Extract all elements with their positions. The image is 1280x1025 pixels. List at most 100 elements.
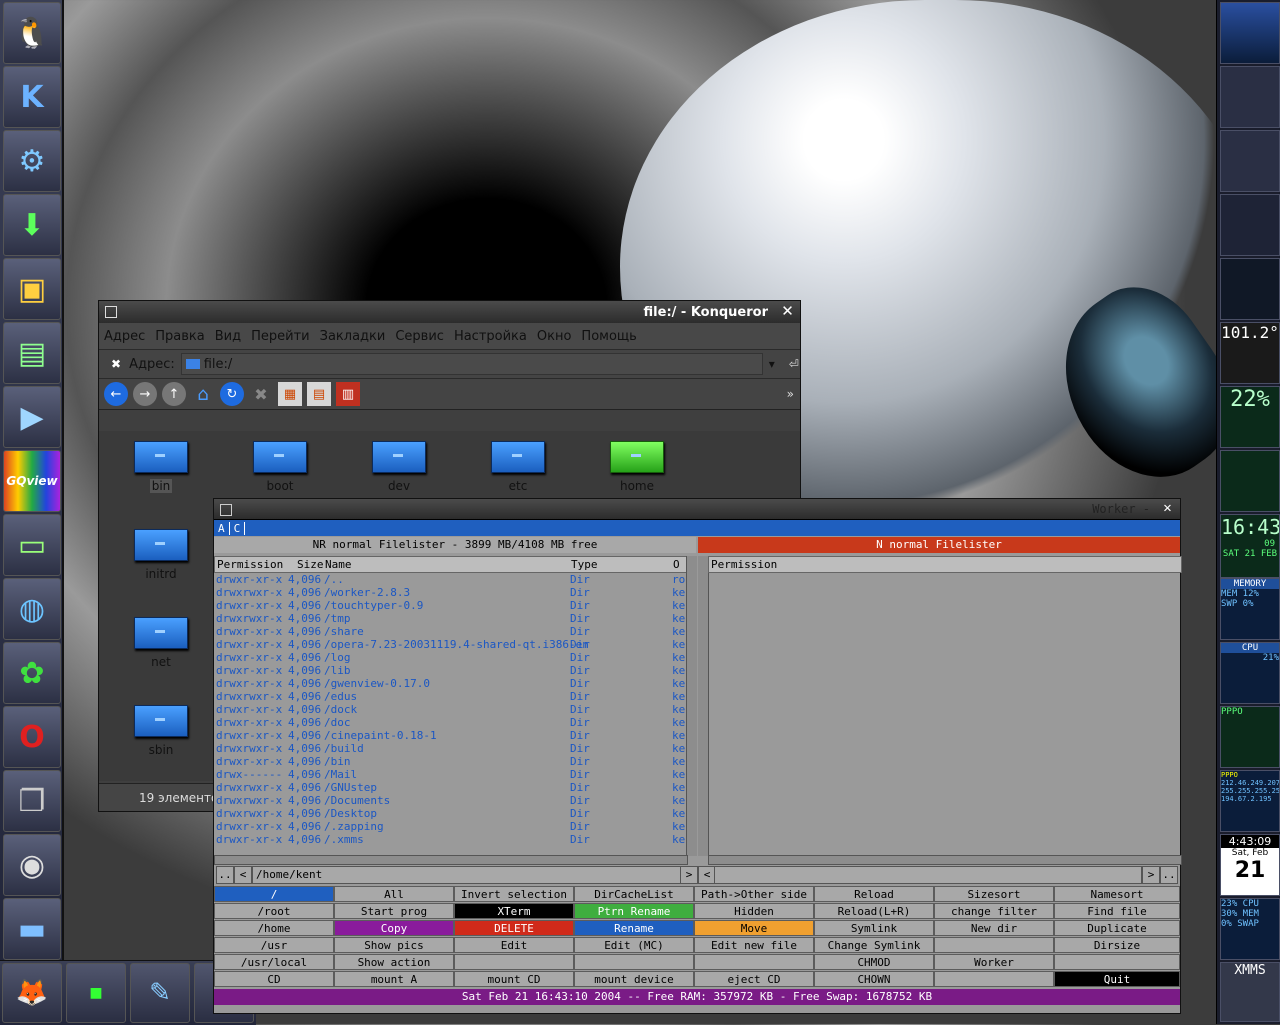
wmixer-icon[interactable] <box>1220 194 1280 256</box>
file-row[interactable]: drwxr-xr-x 4,096/share Dir ke <box>216 625 686 638</box>
cmd-button[interactable]: Dirsize <box>1054 937 1180 953</box>
cd-icon[interactable]: ◉ <box>3 834 61 896</box>
file-row[interactable]: drwxr-xr-x 4,096/gwenview-0.17.0 Dir ke <box>216 677 686 690</box>
file-row[interactable]: drwxr-xr-x 4,096/.zapping Dir ke <box>216 820 686 833</box>
cmd-button[interactable] <box>934 971 1054 987</box>
display-settings-icon[interactable]: ▤ <box>3 322 61 384</box>
right-path-input[interactable] <box>714 866 1142 884</box>
cmd-button[interactable]: Start prog <box>334 903 454 919</box>
tux-icon[interactable]: 🐧 <box>3 2 61 64</box>
kcontrol-icon[interactable]: ⚙ <box>3 130 61 192</box>
go-icon[interactable]: ⏎ <box>789 357 799 371</box>
xmms-icon[interactable]: XMMS <box>1220 962 1280 1022</box>
menu-address[interactable]: Адрес <box>99 329 150 344</box>
cmd-button[interactable]: Edit new file <box>694 937 814 953</box>
cmd-button[interactable]: Quit <box>1054 971 1180 987</box>
file-row[interactable]: drwxr-xr-x 4,096/touchtyper-0.9 Dir ke <box>216 599 686 612</box>
tab-a[interactable]: A <box>214 521 230 535</box>
cmd-button[interactable]: Copy <box>334 920 454 936</box>
package-icon[interactable]: ▣ <box>3 258 61 320</box>
col-permission[interactable]: Permission <box>711 557 777 572</box>
kde-logo-icon[interactable] <box>1220 2 1280 64</box>
cmd-button[interactable]: DirCacheList <box>574 886 694 902</box>
cmd-button[interactable]: Symlink <box>814 920 934 936</box>
cmd-button[interactable]: Rename <box>574 920 694 936</box>
left-parent-button[interactable]: .. <box>216 866 234 884</box>
cmd-button[interactable]: CD <box>214 971 334 987</box>
desktop-icon[interactable]: ▬ <box>3 898 61 960</box>
cmd-button[interactable]: Change Symlink <box>814 937 934 953</box>
cmd-button[interactable]: /root <box>214 903 334 919</box>
file-row[interactable]: drwxrwxr-x 4,096/edus Dir ke <box>216 690 686 703</box>
file-row[interactable]: drwx------ 4,096/Mail Dir ke <box>216 768 686 781</box>
cmd-button[interactable]: Find file <box>1054 903 1180 919</box>
download-icon[interactable]: ⬇ <box>3 194 61 256</box>
col-permission[interactable]: Permission <box>217 557 283 572</box>
close-icon[interactable]: ✕ <box>779 303 796 320</box>
cmd-button[interactable]: Show action <box>334 954 454 970</box>
cmd-button[interactable]: DELETE <box>454 920 574 936</box>
icq-icon[interactable]: ✿ <box>3 642 61 704</box>
left-horizontal-scrollbar[interactable] <box>214 855 688 865</box>
more-icon[interactable]: » <box>787 387 794 401</box>
cmd-button[interactable]: Move <box>694 920 814 936</box>
kde-icon[interactable]: K <box>3 66 61 128</box>
menu-view[interactable]: Вид <box>210 329 246 344</box>
cmd-button[interactable]: Show pics <box>334 937 454 953</box>
worker-titlebar[interactable]: Worker - ✕ <box>214 499 1180 519</box>
cmd-button[interactable]: mount device <box>574 971 694 987</box>
cmd-button[interactable] <box>934 937 1054 953</box>
mount-dockapp[interactable] <box>1220 450 1280 512</box>
right-panel-header[interactable]: N normal Filelister <box>698 537 1180 553</box>
menu-go[interactable]: Перейти <box>246 329 315 344</box>
cmd-button[interactable] <box>694 954 814 970</box>
cmd-button[interactable]: Sizesort <box>934 886 1054 902</box>
cmd-button[interactable]: mount A <box>334 971 454 987</box>
cmd-button[interactable]: Edit (MC) <box>574 937 694 953</box>
folder-item[interactable]: sbin <box>121 705 201 757</box>
cmd-button[interactable]: Reload <box>814 886 934 902</box>
cmd-button[interactable]: XTerm <box>454 903 574 919</box>
cmd-button[interactable]: Duplicate <box>1054 920 1180 936</box>
network-icon[interactable]: ■ <box>66 963 126 1023</box>
home-icon[interactable]: ⌂ <box>191 382 215 406</box>
col-name[interactable]: Name <box>325 557 352 572</box>
cmd-button[interactable]: Ptrn Rename <box>574 903 694 919</box>
list-view-icon[interactable]: ▤ <box>307 382 331 406</box>
file-row[interactable]: drwxrwxr-x 4,096/build Dir ke <box>216 742 686 755</box>
right-horizontal-scrollbar[interactable] <box>708 855 1182 865</box>
media-player-icon[interactable]: ▶ <box>3 386 61 448</box>
cmd-button[interactable]: Path->Other side <box>694 886 814 902</box>
cmd-button[interactable]: Namesort <box>1054 886 1180 902</box>
menu-window[interactable]: Окно <box>532 329 577 344</box>
cmd-button[interactable] <box>574 954 694 970</box>
close-icon[interactable]: ✕ <box>1159 500 1176 517</box>
file-row[interactable]: drwxr-xr-x 4,096/lib Dir ke <box>216 664 686 677</box>
folder-item[interactable]: home <box>597 441 677 493</box>
file-row[interactable]: drwxr-xr-x 4,096/cinepaint-0.18-1 Dir ke <box>216 729 686 742</box>
right-parent-button[interactable]: .. <box>1160 866 1178 884</box>
file-row[interactable]: drwxrwxr-x 4,096/tmp Dir ke <box>216 612 686 625</box>
window-menu-button[interactable] <box>220 504 232 516</box>
file-row[interactable]: drwxr-xr-x 4,096/log Dir ke <box>216 651 686 664</box>
col-size[interactable]: Size <box>297 557 324 572</box>
opera-icon[interactable]: O <box>3 706 61 768</box>
file-row[interactable]: drwxr-xr-x 4,096/bin Dir ke <box>216 755 686 768</box>
cmd-button[interactable]: Invert selection <box>454 886 574 902</box>
cmd-button[interactable]: mount CD <box>454 971 574 987</box>
file-row[interactable]: drwxr-xr-x 4,096/opera-7.23-20031119.4-sh… <box>216 638 686 651</box>
file-row[interactable]: drwxrwxr-x 4,096/GNUstep Dir ke <box>216 781 686 794</box>
cmd-button[interactable]: change filter <box>934 903 1054 919</box>
konqueror-titlebar[interactable]: file:/ - Konqueror ✕ <box>99 301 800 323</box>
reload-icon[interactable]: ↻ <box>220 382 244 406</box>
menu-bookmarks[interactable]: Закладки <box>315 329 391 344</box>
cmd-button[interactable] <box>454 954 574 970</box>
col-type[interactable]: Type <box>571 557 598 572</box>
volume-knob-icon[interactable] <box>1220 130 1280 192</box>
firewall-icon[interactable]: ▥ <box>336 382 360 406</box>
left-panel-header[interactable]: NR normal Filelister - 3899 MB/4108 MB f… <box>214 537 696 553</box>
file-row[interactable]: drwxr-xr-x 4,096/.xmms Dir ke <box>216 833 686 846</box>
menu-edit[interactable]: Правка <box>150 329 209 344</box>
stop-icon[interactable]: ✖ <box>249 382 273 406</box>
cmd-button[interactable]: CHOWN <box>814 971 934 987</box>
